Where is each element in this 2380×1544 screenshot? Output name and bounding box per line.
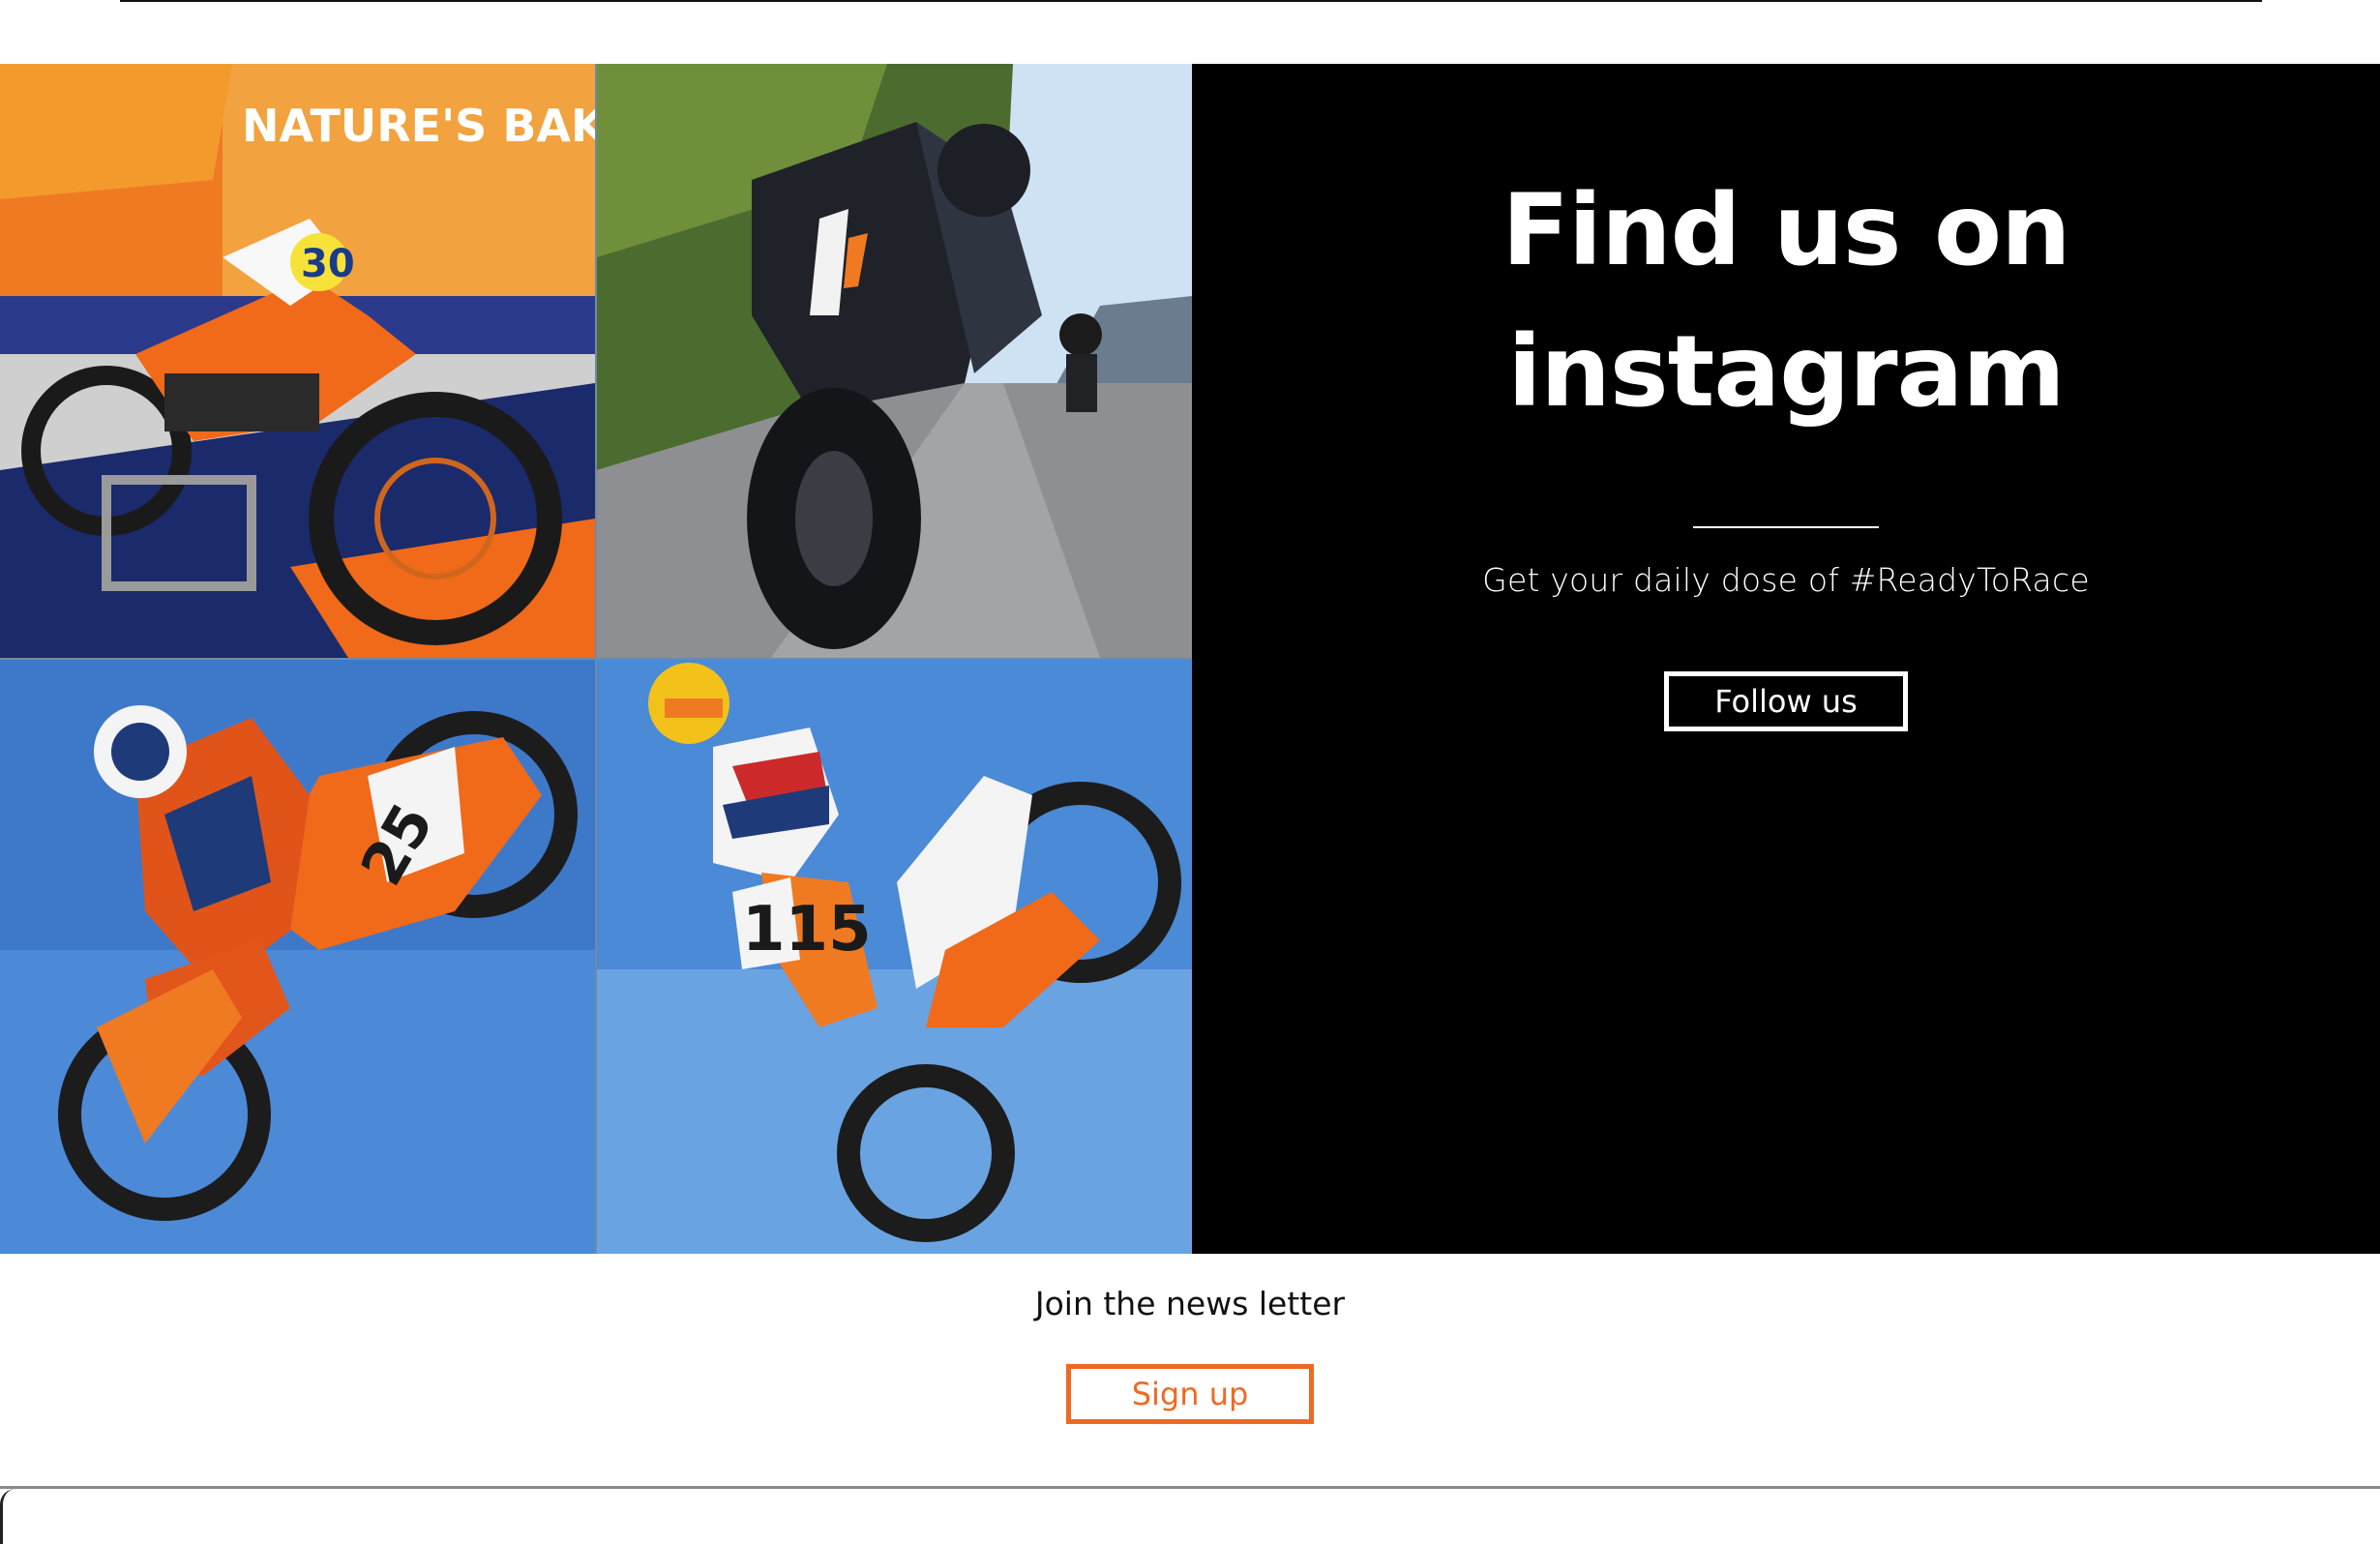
newsletter-label: Join the news letter <box>1034 1285 1346 1322</box>
photo-rider-jump-25[interactable]: 25 <box>0 660 595 1254</box>
window-edge <box>0 1489 17 1544</box>
instagram-divider <box>1693 526 1879 528</box>
instagram-panel: Find us on instagram Get your daily dose… <box>1192 64 2380 1254</box>
bike-number: 30 <box>301 242 355 286</box>
instagram-heading: Find us on instagram <box>1192 161 2380 443</box>
photo-motocross-bike-on-stand[interactable]: NATURE'S BAKERY 30 <box>0 64 595 658</box>
top-divider <box>120 0 2262 2</box>
bottom-divider <box>0 1486 2380 1489</box>
follow-us-button[interactable]: Follow us <box>1664 671 1908 731</box>
photo-rider-jump-115[interactable]: 115 <box>597 660 1192 1254</box>
banner-text: NATURE'S BAKERY <box>242 100 595 152</box>
photo-adventure-bike-riding[interactable] <box>597 64 1192 658</box>
instagram-heading-line2: instagram <box>1507 314 2065 430</box>
instagram-photo-grid: NATURE'S BAKERY 30 <box>0 64 1192 1254</box>
instagram-tagline: Get your daily dose of #ReadyToRace <box>1482 561 2090 599</box>
instagram-heading-line1: Find us on <box>1502 173 2070 288</box>
page: NATURE'S BAKERY 30 <box>0 0 2380 1544</box>
instagram-section: NATURE'S BAKERY 30 <box>0 64 2380 1254</box>
bike-number: 115 <box>742 894 872 965</box>
sign-up-button[interactable]: Sign up <box>1066 1364 1314 1424</box>
